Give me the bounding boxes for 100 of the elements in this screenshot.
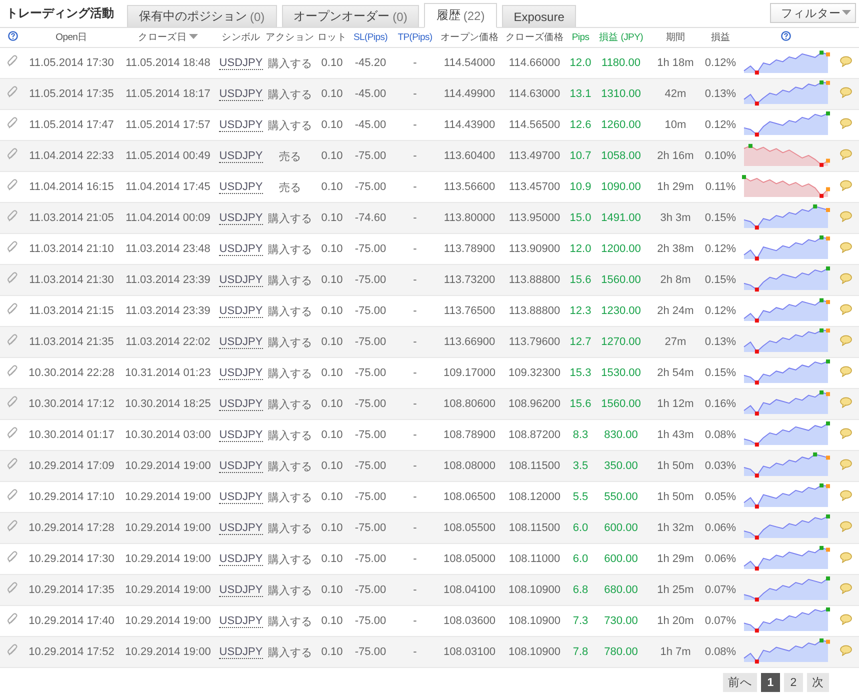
table-cell: 11.03.2014 23:39 [126,274,210,286]
paperclip-icon[interactable] [6,458,18,471]
tab[interactable]: 履歴 (22) [424,3,497,28]
symbol-link[interactable]: USDJPY [219,119,263,132]
table-cell: 108.10900 [508,584,560,596]
symbol-link[interactable]: USDJPY [219,553,263,566]
symbol-link[interactable]: USDJPY [219,336,263,349]
symbol-link[interactable]: USDJPY [219,150,263,163]
tab[interactable]: 保有中のポジション (0) [127,5,277,27]
paperclip-icon[interactable] [6,272,18,285]
table-cell: 108.05000 [444,553,496,565]
column-header[interactable]: 期間 [666,32,686,43]
symbol-link[interactable]: USDJPY [219,491,263,504]
help-icon[interactable] [8,31,18,41]
comment-icon[interactable] [840,521,852,532]
comment-icon[interactable] [840,614,852,625]
comment-icon[interactable] [840,583,852,594]
column-header[interactable]: TP(Pips) [398,32,432,43]
next-page-button[interactable]: 次 [807,673,829,692]
comment-icon[interactable] [840,149,852,160]
comment-icon[interactable] [840,304,852,315]
column-header[interactable]: クローズ価格 [505,32,564,43]
table-cell: 0.10 [321,88,343,100]
symbol-link[interactable]: USDJPY [219,212,263,225]
paperclip-icon[interactable] [6,210,18,223]
comment-icon[interactable] [840,428,852,439]
column-header[interactable]: 損益 [710,32,730,43]
paperclip-icon[interactable] [6,148,18,161]
comment-icon[interactable] [840,242,852,253]
table-cell: 114.63000 [508,88,560,100]
symbol-link[interactable]: USDJPY [219,584,263,597]
symbol-link[interactable]: USDJPY [219,615,263,628]
filter-button[interactable]: フィルター [770,3,856,23]
symbol-link[interactable]: USDJPY [219,305,263,318]
paperclip-icon[interactable] [6,365,18,378]
table-cell: 15.6 [570,398,592,410]
symbol-link[interactable]: USDJPY [219,522,263,535]
column-header[interactable]: シンボル [222,32,260,43]
symbol-link[interactable]: USDJPY [219,274,263,287]
symbol-link[interactable]: USDJPY [219,460,263,473]
comment-icon[interactable] [840,87,852,98]
help-icon[interactable] [780,31,790,41]
table-cell: 11.04.2014 00:09 [126,212,210,224]
symbol-link[interactable]: USDJPY [219,367,263,380]
paperclip-icon[interactable] [6,86,18,99]
paperclip-icon[interactable] [6,303,18,316]
paperclip-icon[interactable] [6,644,18,657]
table-cell: 108.11000 [508,553,560,565]
comment-icon[interactable] [840,552,852,563]
symbol-link[interactable]: USDJPY [219,181,263,194]
symbol-link[interactable]: USDJPY [219,429,263,442]
table-cell: 11.04.2014 16:15 [29,181,114,193]
comment-icon[interactable] [840,645,852,656]
comment-icon[interactable] [840,490,852,501]
comment-icon[interactable] [840,211,852,222]
comment-icon[interactable] [840,459,852,470]
table-cell: 15.0 [570,212,592,224]
comment-icon[interactable] [840,366,852,377]
table-cell: - [413,553,417,565]
column-header[interactable]: オープン価格 [440,32,499,43]
comment-icon[interactable] [840,335,852,346]
table-cell: 11.03.2014 21:35 [29,336,114,348]
paperclip-icon[interactable] [6,117,18,130]
page-button[interactable]: 2 [784,673,803,692]
paperclip-icon[interactable] [6,334,18,347]
symbol-link[interactable]: USDJPY [219,646,263,659]
paperclip-icon[interactable] [6,427,18,440]
paperclip-icon[interactable] [6,613,18,626]
tab[interactable]: オープンオーダー (0) [282,5,420,27]
prev-page-button[interactable]: 前へ [723,673,757,692]
paperclip-icon[interactable] [6,396,18,409]
paperclip-icon[interactable] [6,179,18,192]
paperclip-icon[interactable] [6,551,18,564]
comment-icon[interactable] [840,273,852,284]
column-header[interactable]: アクション [266,32,314,43]
symbol-link[interactable]: USDJPY [219,398,263,411]
symbol-link[interactable]: USDJPY [219,243,263,256]
comment-icon[interactable] [840,56,852,67]
comment-icon[interactable] [840,397,852,408]
symbol-link[interactable]: USDJPY [219,57,263,70]
comment-icon[interactable] [840,180,852,191]
table-cell: 730.00 [604,615,638,627]
paperclip-icon[interactable] [6,55,18,68]
table-cell: 11.03.2014 23:48 [126,243,210,255]
table-cell: 10.29.2014 17:40 [28,615,114,627]
table-cell: - [413,522,417,534]
column-header[interactable]: ロット [317,32,347,43]
column-header[interactable]: クローズ日 [138,32,187,43]
symbol-link[interactable]: USDJPY [219,88,263,101]
column-header[interactable]: SL(Pips) [353,32,388,43]
column-header[interactable]: Open日 [56,32,88,43]
tab[interactable]: Exposure [502,5,576,27]
paperclip-icon[interactable] [6,520,18,533]
paperclip-icon[interactable] [6,582,18,595]
page-button[interactable]: 1 [761,673,780,692]
table-cell: 10.30.2014 03:00 [125,429,211,441]
paperclip-icon[interactable] [6,489,18,502]
table-cell: - [413,336,417,348]
comment-icon[interactable] [840,118,852,129]
paperclip-icon[interactable] [6,241,18,254]
